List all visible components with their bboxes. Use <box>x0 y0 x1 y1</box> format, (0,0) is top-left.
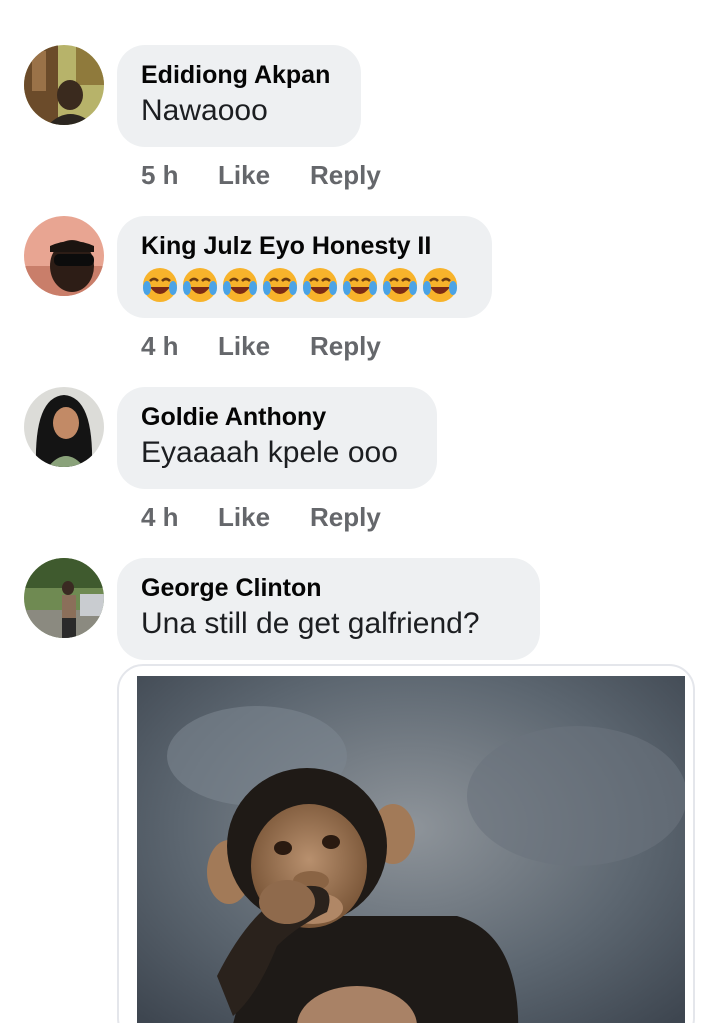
comment-bubble[interactable]: Edidiong Akpan Nawaooo <box>117 45 361 147</box>
chimpanzee-photo-icon <box>137 676 685 1023</box>
profile-photo-icon <box>24 387 104 467</box>
laughing-tears-emoji-icon <box>383 268 417 302</box>
laughing-tears-emoji-icon <box>423 268 457 302</box>
chimpanzee-photo <box>137 676 685 1023</box>
laughing-tears-emoji-icon <box>223 268 257 302</box>
laughing-tears-emoji-icon <box>343 268 377 302</box>
comment-timestamp[interactable]: 4 h <box>141 502 218 533</box>
comment-actions: 4 h Like Reply <box>141 500 381 534</box>
comment-timestamp[interactable]: 4 h <box>141 331 218 362</box>
emoji-row <box>141 266 468 306</box>
like-button[interactable]: Like <box>218 331 310 362</box>
comment-attachment[interactable] <box>117 664 695 1023</box>
comment-author[interactable]: Edidiong Akpan <box>141 59 337 91</box>
comment-actions: 5 h Like Reply <box>141 158 381 192</box>
laughing-tears-emoji-icon <box>263 268 297 302</box>
laughing-tears-emoji-icon <box>183 268 217 302</box>
like-button[interactable]: Like <box>218 502 310 533</box>
comment-bubble[interactable]: George Clinton Una still de get galfrien… <box>117 558 540 660</box>
avatar[interactable] <box>24 216 104 296</box>
comment-actions: 4 h Like Reply <box>141 329 381 363</box>
laughing-tears-emoji-icon <box>143 268 177 302</box>
comment-text: Eyaaaah kpele ooo <box>141 436 398 469</box>
comment-bubble[interactable]: Goldie Anthony Eyaaaah kpele ooo <box>117 387 437 489</box>
comment-author[interactable]: Goldie Anthony <box>141 401 413 433</box>
comment-text: Nawaooo <box>141 94 268 127</box>
reply-button[interactable]: Reply <box>310 502 381 533</box>
profile-photo-icon <box>24 216 104 296</box>
avatar[interactable] <box>24 387 104 467</box>
comment-timestamp[interactable]: 5 h <box>141 160 218 191</box>
comment-text: Una still de get galfriend? <box>141 607 480 640</box>
comment-author[interactable]: King Julz Eyo Honesty II <box>141 230 468 262</box>
profile-photo-icon <box>24 45 104 125</box>
comment-bubble[interactable]: King Julz Eyo Honesty II <box>117 216 492 318</box>
laughing-tears-emoji-icon <box>303 268 337 302</box>
reply-button[interactable]: Reply <box>310 160 381 191</box>
like-button[interactable]: Like <box>218 160 310 191</box>
comment-author[interactable]: George Clinton <box>141 572 516 604</box>
profile-photo-icon <box>24 558 104 638</box>
avatar[interactable] <box>24 558 104 638</box>
reply-button[interactable]: Reply <box>310 331 381 362</box>
comments-thread: Edidiong Akpan Nawaooo 5 h Like Reply Ki… <box>0 0 720 1023</box>
avatar[interactable] <box>24 45 104 125</box>
